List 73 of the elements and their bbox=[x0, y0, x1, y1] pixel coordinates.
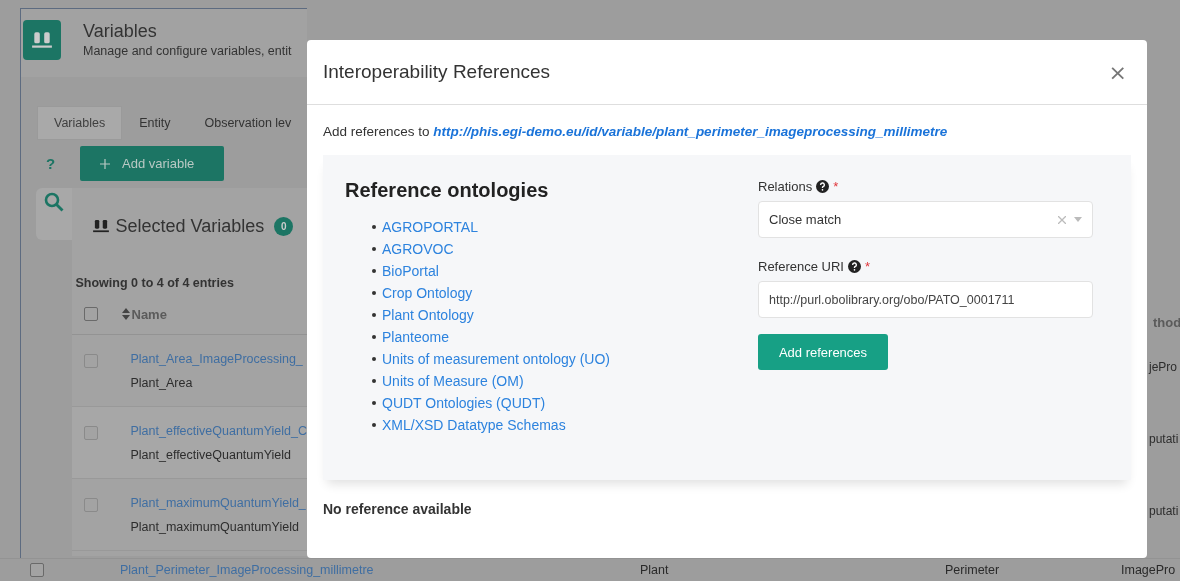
table-cell: putati bbox=[1149, 504, 1179, 518]
column-header[interactable]: Name bbox=[131, 306, 167, 322]
bullet-icon bbox=[372, 379, 376, 383]
search-icon bbox=[43, 192, 64, 212]
ontology-link[interactable]: BioPortal bbox=[382, 263, 439, 279]
ontology-link[interactable]: QUDT Ontologies (QUDT) bbox=[382, 395, 546, 411]
variable-uri-link[interactable]: http://phis.egi-demo.eu/id/variable/plant_perimeter_imageprocessing_millimetre bbox=[433, 124, 948, 139]
table-cell-text: Perimeter bbox=[945, 563, 1001, 577]
table-cell: putati bbox=[1149, 432, 1179, 446]
bullet-icon bbox=[372, 401, 376, 405]
relations-select[interactable]: Close match bbox=[758, 201, 1093, 238]
tab[interactable]: Variables bbox=[37, 106, 123, 140]
bullet-icon bbox=[372, 423, 376, 427]
help-icon[interactable] bbox=[816, 179, 830, 193]
card-title: Selected Variables bbox=[115, 215, 265, 237]
bullet-icon bbox=[372, 225, 376, 229]
row-checkbox[interactable] bbox=[83, 498, 98, 512]
bullet-icon bbox=[372, 247, 376, 251]
row-checkbox[interactable] bbox=[83, 354, 98, 368]
field-label: Relations bbox=[758, 178, 813, 194]
variable-link[interactable]: Plant_maximumQuantumYield_ bbox=[130, 495, 306, 511]
empty-message: No reference available bbox=[323, 501, 473, 517]
tab[interactable]: Observation lev bbox=[187, 106, 307, 140]
variable-name: Plant_Area bbox=[130, 375, 194, 391]
variable-name: Plant_effectiveQuantumYield bbox=[130, 447, 293, 463]
column-header[interactable]: thod bbox=[1153, 304, 1180, 340]
dialog-title: Interoperability References bbox=[323, 61, 551, 83]
variable-link[interactable]: Plant_effectiveQuantumYield_C bbox=[130, 423, 307, 439]
help-icon[interactable] bbox=[848, 259, 861, 273]
row-checkbox[interactable] bbox=[83, 307, 98, 321]
page-title: Variables bbox=[83, 20, 158, 42]
variable-name: Plant_maximumQuantumYield bbox=[130, 519, 300, 535]
variable-link[interactable]: Plant_Area_ImageProcessing_ bbox=[130, 351, 303, 367]
section-title: Reference ontologies bbox=[345, 179, 550, 202]
row-checkbox[interactable] bbox=[83, 426, 98, 440]
bullet-icon bbox=[372, 357, 376, 361]
ontology-link[interactable]: AGROPORTAL bbox=[382, 219, 478, 235]
variable-link[interactable]: Plant_Perimeter_ImageProcessing_millimetre bbox=[120, 562, 640, 578]
plus-icon bbox=[100, 158, 110, 169]
intro-text: Add references to http://phis.egi-demo.eu/id/variable/plant_perimeter_imageprocessing_millimetre bbox=[323, 124, 949, 139]
ontology-link[interactable]: AGROVOC bbox=[382, 241, 454, 257]
close-button[interactable]: × bbox=[1104, 59, 1131, 85]
tab[interactable]: Entity bbox=[122, 106, 188, 140]
test-tubes-icon bbox=[31, 31, 53, 49]
add-references-button[interactable]: Add references bbox=[758, 334, 888, 370]
bullet-icon bbox=[372, 269, 376, 273]
entries-info: Showing 0 to 4 of 4 entries bbox=[75, 276, 235, 290]
search-tab[interactable] bbox=[36, 188, 72, 240]
row-checkbox[interactable] bbox=[30, 563, 44, 577]
bullet-icon bbox=[372, 291, 376, 295]
test-tubes-icon bbox=[91, 219, 110, 233]
ontology-link[interactable]: Planteome bbox=[382, 329, 449, 345]
add-variable-button[interactable]: Add variable bbox=[80, 146, 224, 181]
table-cell-text: Plant bbox=[640, 563, 670, 577]
clear-icon[interactable] bbox=[1058, 215, 1066, 224]
sort-icon[interactable] bbox=[121, 308, 130, 320]
required-mark: * bbox=[833, 178, 839, 194]
ontology-link[interactable]: Units of Measure (OM) bbox=[382, 373, 524, 389]
count-badge: 0 bbox=[274, 216, 294, 236]
help-link[interactable]: ? bbox=[21, 155, 80, 172]
ontology-link[interactable]: Units of measurement ontology (UO) bbox=[382, 351, 610, 367]
ontology-link[interactable]: Crop Ontology bbox=[382, 285, 473, 301]
table-cell: jePro bbox=[1149, 360, 1177, 374]
ontology-link[interactable]: Plant Ontology bbox=[382, 307, 474, 323]
page-subtitle: Manage and configure variables, entit bbox=[83, 44, 292, 58]
table-cell-text: ImagePro bbox=[1121, 563, 1177, 577]
reference-uri-field[interactable]: http://purl.obolibrary.org/obo/PATO_0001711 bbox=[758, 281, 1093, 318]
required-mark: * bbox=[865, 258, 871, 274]
field-label: Reference URI bbox=[758, 258, 844, 274]
caret-icon bbox=[1074, 217, 1082, 222]
ontology-link[interactable]: XML/XSD Datatype Schemas bbox=[382, 417, 566, 433]
bullet-icon bbox=[372, 335, 376, 339]
bullet-icon bbox=[372, 313, 376, 317]
